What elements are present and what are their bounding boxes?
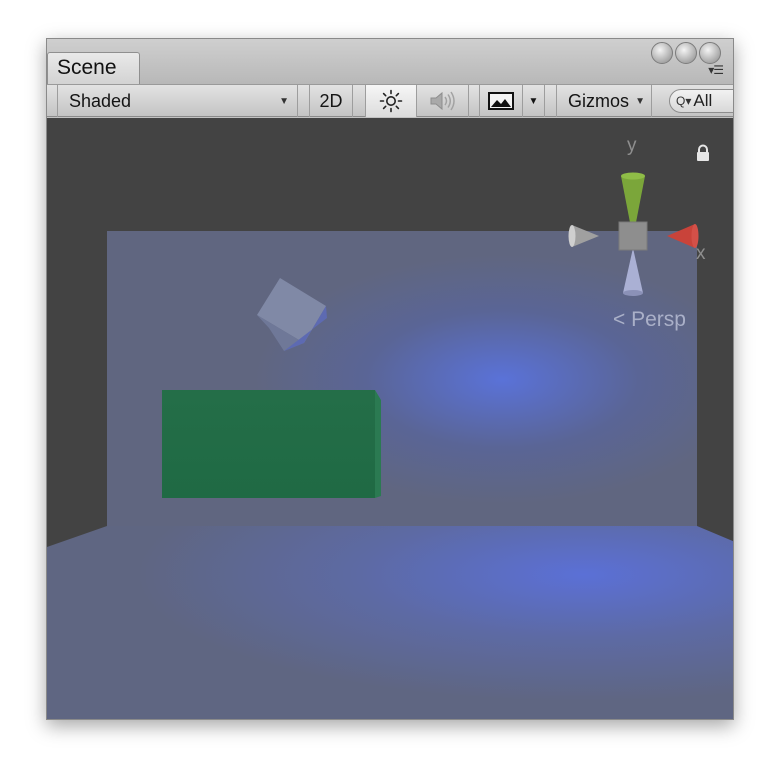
gizmo-x-label: x xyxy=(696,243,706,264)
2d-label: 2D xyxy=(319,90,343,111)
draw-mode-dropdown[interactable]: Shaded ▼ xyxy=(57,85,298,117)
effects-dropdown-button[interactable]: ▼ xyxy=(523,85,545,117)
tab-bar: Scene ▾☰ xyxy=(47,39,733,85)
gizmo-center-cube[interactable] xyxy=(618,221,648,251)
gizmo-neg-y-cone[interactable] xyxy=(623,248,643,296)
chevron-left-icon: < xyxy=(613,308,626,331)
gizmo-y-label: y xyxy=(627,136,637,156)
dropdown-arrow-icon: ▼ xyxy=(528,95,539,107)
projection-toggle[interactable]: < Persp xyxy=(613,308,686,332)
gizmo-neg-x-cone[interactable] xyxy=(568,225,600,247)
window-controls xyxy=(651,42,721,64)
landscape-image-icon xyxy=(488,92,514,110)
effects-toggle-button[interactable] xyxy=(479,85,523,117)
orientation-gizmo[interactable]: y x xyxy=(567,136,734,306)
gizmos-dropdown[interactable]: Gizmos ▼ xyxy=(556,85,652,117)
audio-toggle-button[interactable] xyxy=(417,85,469,117)
window-circle-icon[interactable] xyxy=(651,42,673,64)
lighting-toggle-button[interactable] xyxy=(365,85,417,117)
2d-toggle-button[interactable]: 2D xyxy=(309,85,353,117)
dropdown-arrow-icon: ▼ xyxy=(279,95,289,107)
tab-menu-icon[interactable]: ▾☰ xyxy=(708,63,724,77)
scene-viewport[interactable]: y x < Persp xyxy=(47,118,734,719)
sun-icon xyxy=(379,89,403,113)
tab-scene-label: Scene xyxy=(57,56,117,79)
window-circle-icon[interactable] xyxy=(699,42,721,64)
gizmos-label: Gizmos xyxy=(568,90,630,111)
scene-window: Scene ▾☰ Shaded ▼ 2D ▼ Gizmos ▼ Q▾ All y… xyxy=(46,38,734,720)
gizmo-x-cone[interactable] xyxy=(667,224,699,248)
scene-toolbar: Shaded ▼ 2D ▼ Gizmos ▼ Q▾ All xyxy=(47,84,733,117)
floor-plane xyxy=(47,526,733,719)
window-circle-icon[interactable] xyxy=(675,42,697,64)
tab-scene[interactable]: Scene xyxy=(47,52,140,85)
speaker-icon xyxy=(430,91,455,111)
dropdown-arrow-icon: ▼ xyxy=(635,95,645,107)
draw-mode-label: Shaded xyxy=(69,90,132,111)
green-box[interactable] xyxy=(162,390,381,498)
search-value: All xyxy=(693,91,713,110)
search-field[interactable]: Q▾ All xyxy=(669,89,733,113)
search-icon: Q▾ xyxy=(676,94,692,108)
projection-label: Persp xyxy=(631,308,686,331)
